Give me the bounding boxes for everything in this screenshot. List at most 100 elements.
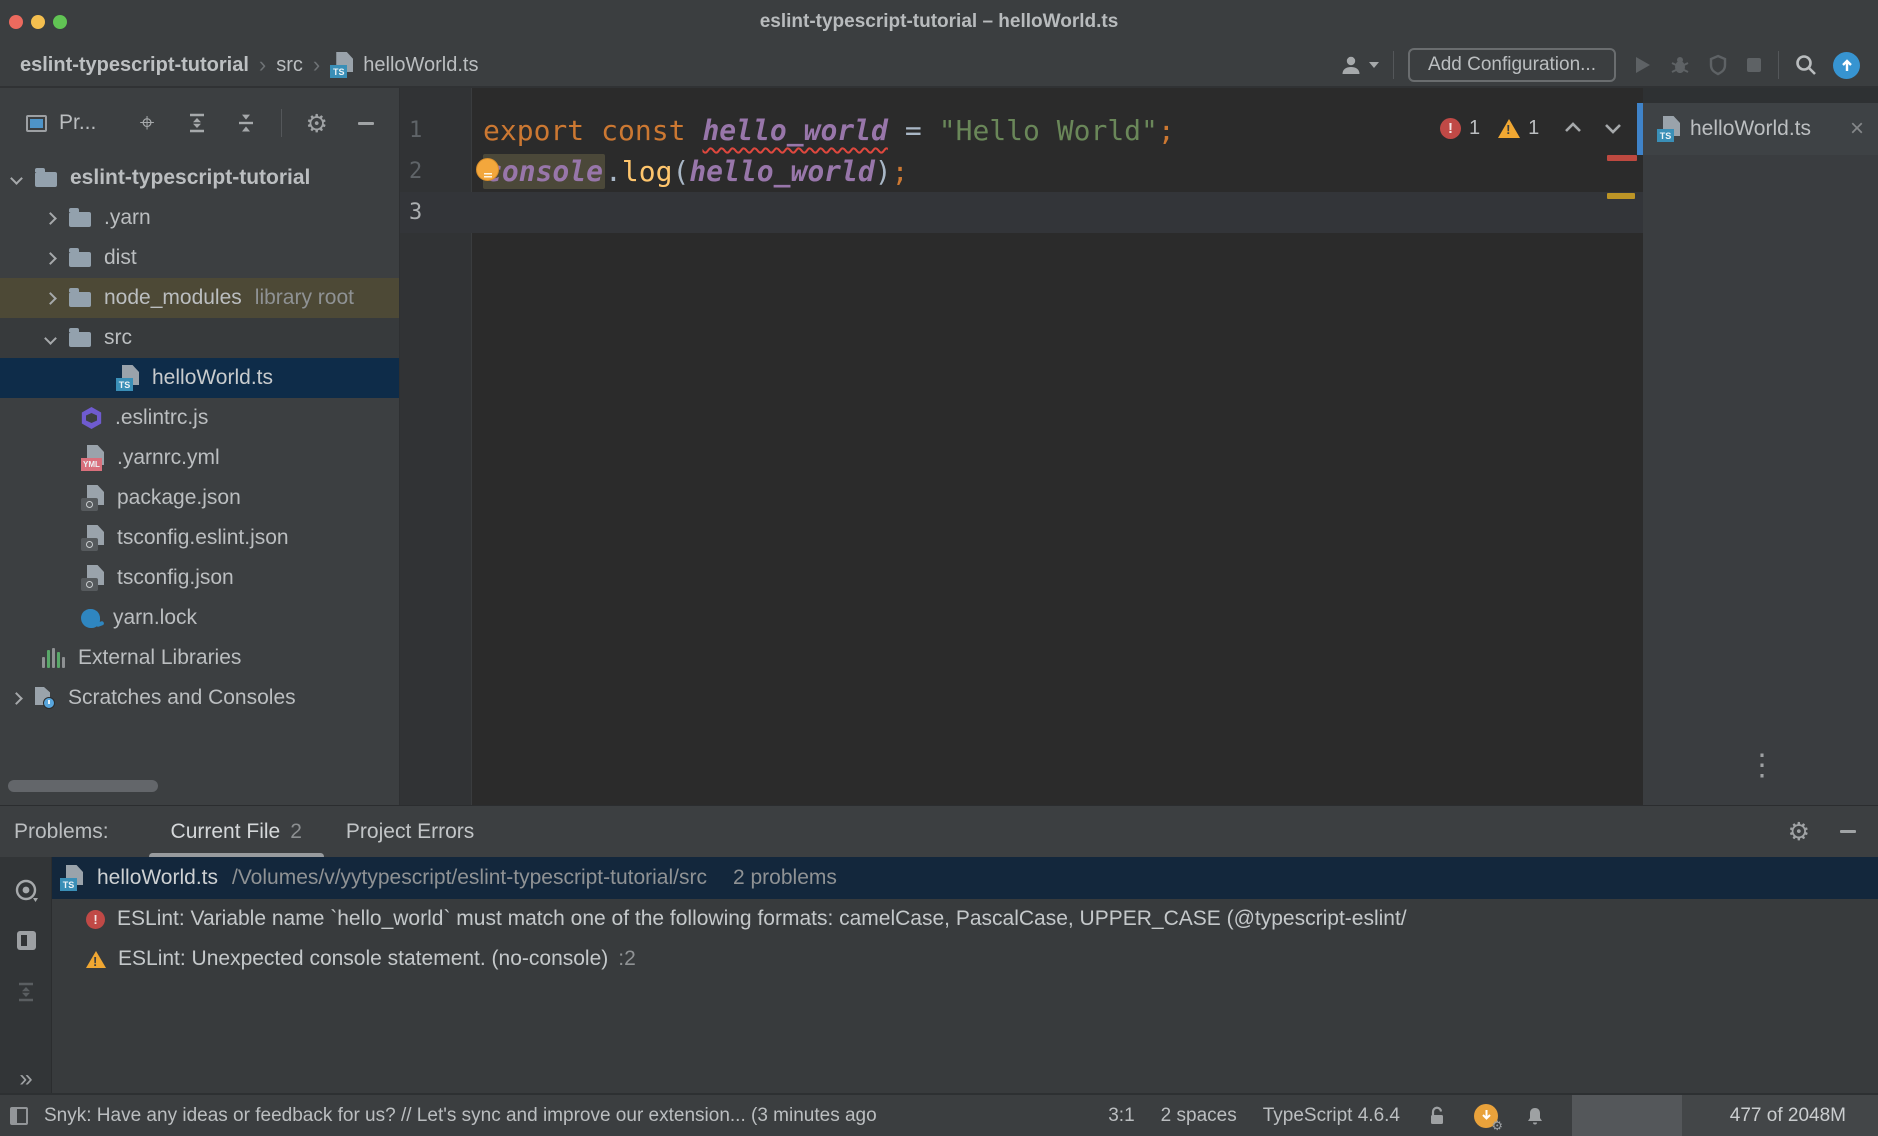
tree-item-yarnrc[interactable]: YML .yarnrc.yml	[0, 438, 399, 478]
tree-item-node-modules[interactable]: node_modules library root	[0, 278, 399, 318]
typescript-file-icon: TS	[116, 365, 139, 391]
stop-icon[interactable]	[1744, 55, 1764, 75]
chevron-right-icon[interactable]	[44, 292, 57, 305]
tree-item-helloworld-ts[interactable]: TS helloWorld.ts	[0, 358, 399, 398]
tree-item-yarn-lock[interactable]: yarn.lock	[0, 598, 399, 638]
chevron-down-icon[interactable]	[10, 172, 23, 185]
run-with-coverage-icon[interactable]	[1706, 53, 1730, 77]
problem-row-warning[interactable]: ESLint: Unexpected console statement. (n…	[52, 939, 1878, 979]
plugin-update-icon[interactable]	[1474, 1104, 1498, 1128]
debug-icon[interactable]	[1668, 53, 1692, 77]
tree-item-tsconfig-eslint-json[interactable]: tsconfig.eslint.json	[0, 518, 399, 558]
locate-file-icon[interactable]: ⌖	[122, 108, 172, 139]
keyword-const: const	[601, 114, 685, 147]
status-message[interactable]: Snyk: Have any ideas or feedback for us?…	[44, 1105, 1084, 1127]
breadcrumb: eslint-typescript-tutorial › src › TS he…	[0, 52, 478, 78]
typescript-version[interactable]: TypeScript 4.6.4	[1263, 1105, 1400, 1127]
tree-item-tsconfig-json[interactable]: tsconfig.json	[0, 558, 399, 598]
close-tab-icon[interactable]: ×	[1850, 117, 1864, 141]
intention-bulb-icon[interactable]	[476, 158, 499, 181]
collapse-all-icon[interactable]	[221, 112, 271, 134]
chevron-right-icon[interactable]	[10, 692, 23, 705]
caret-position[interactable]: 3:1	[1108, 1105, 1134, 1127]
gear-icon[interactable]: ⚙	[292, 111, 342, 136]
chevron-right-icon[interactable]	[44, 212, 57, 225]
main-area: Pr... ⌖ ⚙ eslint-typescript-tutorial .ya…	[0, 88, 1878, 805]
breadcrumb-file[interactable]: helloWorld.ts	[363, 54, 478, 77]
kebab-menu-icon[interactable]: ⋮	[1747, 748, 1777, 783]
problem-row-error[interactable]: ! ESLint: Variable name `hello_world` mu…	[52, 899, 1878, 939]
tab-project-errors[interactable]: Project Errors	[324, 806, 496, 857]
yarn-icon	[81, 609, 100, 628]
breadcrumb-project[interactable]: eslint-typescript-tutorial	[20, 54, 249, 77]
problems-file-row[interactable]: TS helloWorld.ts /Volumes/v/yytypescript…	[52, 857, 1878, 899]
run-icon[interactable]	[1630, 53, 1654, 77]
tree-item-project-root[interactable]: eslint-typescript-tutorial	[0, 158, 399, 198]
error-count: 1	[1469, 117, 1480, 140]
previous-problem-icon[interactable]	[1561, 116, 1585, 140]
notifications-bell-icon[interactable]	[1524, 1105, 1546, 1127]
code-editor[interactable]: 1 export const hello_world = "Hello Worl…	[400, 88, 1643, 805]
tree-item-scratches[interactable]: Scratches and Consoles	[0, 678, 399, 718]
project-tool-window-icon[interactable]	[26, 115, 47, 132]
external-libraries-icon	[42, 648, 65, 668]
add-configuration-button[interactable]: Add Configuration...	[1408, 48, 1616, 82]
update-available-icon[interactable]	[1833, 52, 1860, 79]
chevron-down-icon[interactable]	[44, 332, 57, 345]
memory-indicator[interactable]: 477 of 2048M	[1572, 1095, 1878, 1136]
search-icon[interactable]	[1793, 52, 1819, 78]
tree-item-external-libraries[interactable]: External Libraries	[0, 638, 399, 678]
semicolon: ;	[1158, 114, 1175, 147]
editor-tab-label: helloWorld.ts	[1690, 117, 1811, 141]
unlocked-icon[interactable]	[1426, 1105, 1448, 1127]
inspections-widget[interactable]: ! 1 1	[1440, 116, 1625, 140]
breadcrumb-dir[interactable]: src	[276, 54, 303, 77]
expand-all-icon[interactable]	[172, 112, 222, 134]
json-file-icon	[81, 565, 104, 591]
tool-window-stripes-icon[interactable]	[10, 1107, 28, 1125]
hide-panel-icon[interactable]	[341, 122, 391, 125]
project-panel-horizontal-scrollbar[interactable]	[8, 780, 158, 792]
chevron-right-icon[interactable]	[44, 252, 57, 265]
toolbar-divider	[1778, 51, 1779, 79]
warning-stripe-mark[interactable]	[1607, 193, 1635, 199]
operator-equals: =	[905, 114, 922, 147]
editor-tab-helloworld[interactable]: TS helloWorld.ts ×	[1643, 103, 1878, 155]
console-identifier: console	[483, 154, 605, 189]
folder-icon	[69, 252, 91, 267]
code-line-3-current[interactable]: 3	[400, 192, 1643, 233]
tree-item-src-folder[interactable]: src	[0, 318, 399, 358]
more-actions-icon[interactable]: »	[0, 1065, 52, 1093]
tree-item-eslintrc[interactable]: .eslintrc.js	[0, 398, 399, 438]
title-bar: eslint-typescript-tutorial – helloWorld.…	[0, 0, 1878, 44]
string-literal: "Hello World"	[939, 114, 1158, 147]
tree-item-dist-folder[interactable]: dist	[0, 238, 399, 278]
scratches-icon	[35, 687, 55, 709]
error-stripe-mark[interactable]	[1607, 155, 1637, 161]
line-number: 1	[400, 118, 472, 143]
keyword-export: export	[483, 114, 584, 147]
code-line-2[interactable]: 2 console . log ( hello_world ) ;	[400, 151, 1643, 192]
variable-hello-world: hello_world	[702, 114, 887, 147]
gear-icon[interactable]: ⚙	[1788, 819, 1810, 844]
folder-icon	[69, 292, 91, 307]
user-account-menu[interactable]	[1339, 53, 1379, 77]
tab-current-file[interactable]: Current File 2	[149, 806, 324, 857]
indent-setting[interactable]: 2 spaces	[1161, 1105, 1237, 1127]
user-icon	[1339, 53, 1363, 77]
memory-usage-fill	[1572, 1095, 1682, 1136]
eslint-icon	[81, 407, 102, 429]
folder-icon	[69, 332, 91, 347]
expand-all-icon[interactable]	[0, 981, 52, 1003]
project-panel-title: Pr...	[59, 111, 96, 135]
close-paren: )	[875, 155, 892, 188]
problems-title: Problems:	[14, 820, 109, 844]
tree-item-package-json[interactable]: package.json	[0, 478, 399, 518]
tree-item-yarn-folder[interactable]: .yarn	[0, 198, 399, 238]
next-problem-icon[interactable]	[1601, 116, 1625, 140]
hide-panel-icon[interactable]	[1840, 830, 1856, 833]
right-editor-panel: TS helloWorld.ts × ⋮	[1643, 88, 1878, 805]
library-root-note: library root	[255, 286, 354, 310]
view-options-eye-icon[interactable]	[0, 877, 52, 903]
open-preview-icon[interactable]	[0, 931, 52, 950]
